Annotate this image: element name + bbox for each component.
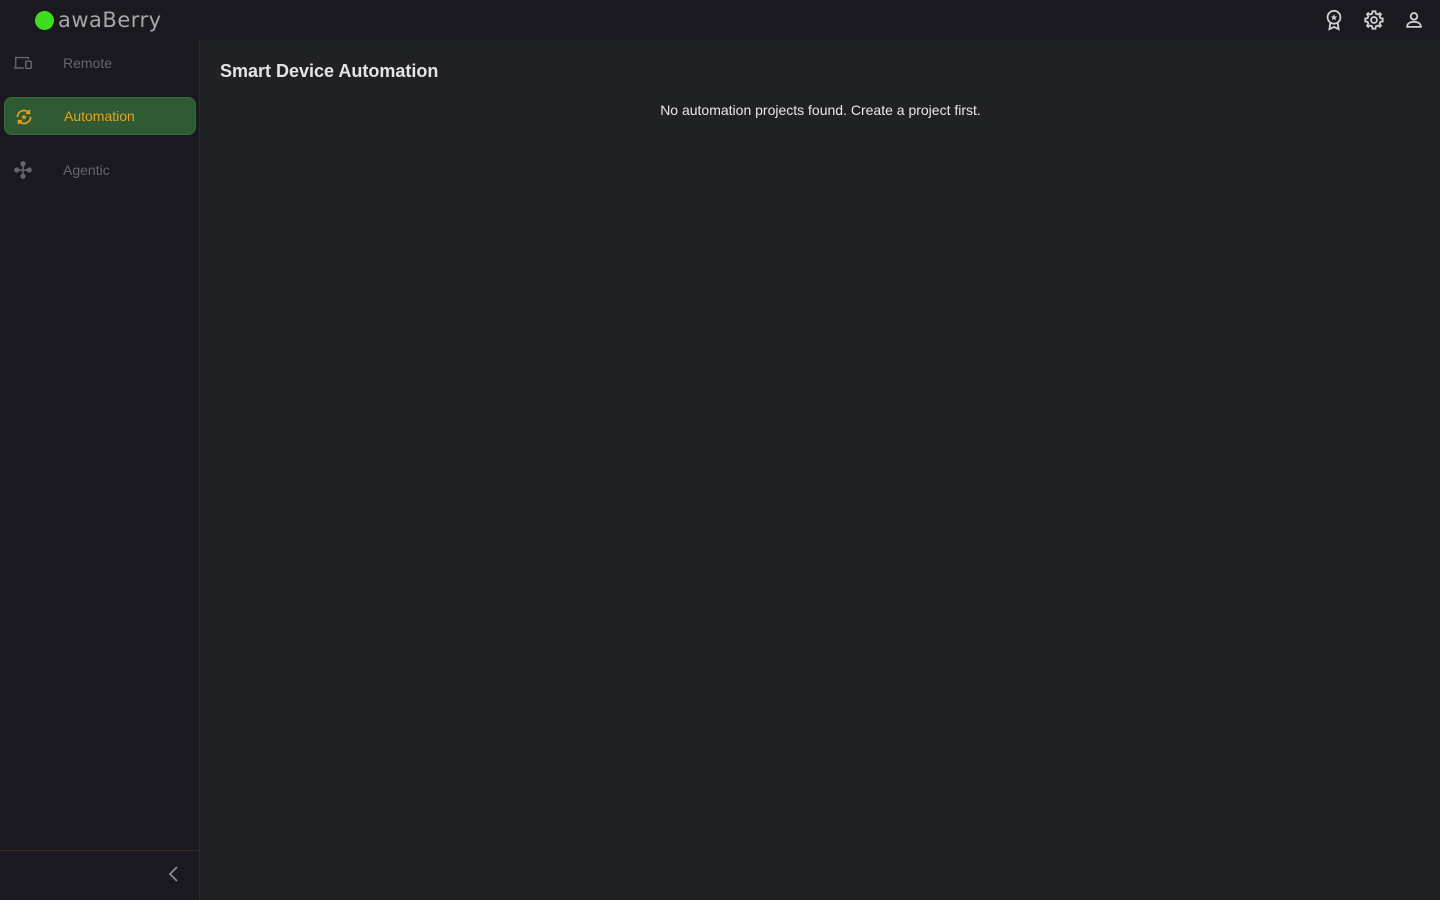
- devices-icon: [13, 53, 33, 73]
- app-window: awaBerry Remote Automation Agentic Smart…: [0, 0, 1440, 900]
- top-bar: awaBerry: [0, 0, 1440, 40]
- account-button[interactable]: [1402, 8, 1426, 32]
- sidebar-item-agentic[interactable]: Agentic: [4, 151, 196, 189]
- collapse-sidebar-button[interactable]: [162, 864, 186, 888]
- chevron-left-icon: [167, 865, 181, 888]
- sidebar: Remote Automation Agentic: [0, 40, 200, 900]
- sidebar-item-automation[interactable]: Automation: [4, 97, 196, 135]
- sidebar-item-label: Agentic: [63, 162, 110, 178]
- main-content: Smart Device Automation No automation pr…: [201, 40, 1440, 900]
- settings-button[interactable]: [1362, 8, 1386, 32]
- sidebar-item-label: Automation: [64, 108, 135, 124]
- gear-icon: [1363, 9, 1385, 31]
- page-title: Smart Device Automation: [220, 61, 439, 81]
- user-icon: [1403, 9, 1425, 31]
- automation-icon: [14, 107, 34, 127]
- sidebar-footer: [0, 850, 200, 900]
- empty-state-message: No automation projects found. Create a p…: [660, 102, 981, 118]
- sidebar-item-remote[interactable]: Remote: [4, 44, 196, 82]
- brand-dot-icon: [35, 10, 54, 30]
- agentic-icon: [13, 160, 33, 180]
- award-button[interactable]: [1322, 8, 1346, 32]
- brand-name: awaBerry: [58, 8, 162, 32]
- sidebar-item-label: Remote: [63, 55, 113, 71]
- brand-logo[interactable]: awaBerry: [35, 7, 162, 33]
- header-actions: [1322, 0, 1426, 40]
- award-icon: [1323, 9, 1345, 31]
